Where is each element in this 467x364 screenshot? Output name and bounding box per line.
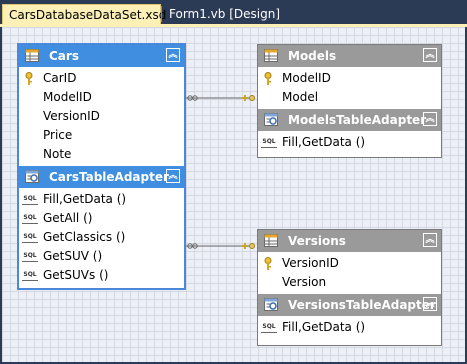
models-table-header[interactable]: Models ︽: [258, 45, 441, 67]
models-tableadapter-title: ModelsTableAdapter: [288, 113, 427, 127]
datatable-icon: [25, 49, 39, 62]
versions-tableadapter-title: VersionsTableAdapter: [288, 298, 436, 312]
primary-key-icon: [25, 72, 33, 85]
sql-query-icon: SQL: [261, 321, 277, 333]
tableadapter-icon: [264, 298, 278, 311]
relation-cars-versions[interactable]: [186, 243, 255, 249]
cars-tableadapter-title: CarsTableAdapter: [49, 170, 169, 184]
tab-cars-dataset-xsd[interactable]: CarsDatabaseDataSet.xsd: [2, 4, 166, 24]
tableadapter-icon: [264, 113, 278, 126]
versions-datatable[interactable]: Versions ︽ VersionID Version VersionsTab…: [257, 229, 442, 346]
column-name: ModelID: [43, 90, 92, 104]
column-name: CarID: [43, 71, 77, 85]
primary-key-icon: [264, 72, 272, 85]
relation-cars-models[interactable]: [186, 95, 255, 101]
cars-datatable[interactable]: Cars ︽ CarID ModelID VersionID Price Not…: [17, 43, 186, 290]
column-name: Note: [43, 147, 72, 161]
column-row[interactable]: CarID: [19, 69, 184, 88]
dataset-designer-canvas[interactable]: Cars ︽ CarID ModelID VersionID Price Not…: [2, 27, 465, 362]
column-name: ModelID: [282, 71, 331, 85]
column-row[interactable]: VersionID: [19, 107, 184, 126]
versions-table-header[interactable]: Versions ︽: [258, 230, 441, 252]
query-name: Fill,GetData (): [282, 135, 366, 149]
column-row[interactable]: ModelID: [19, 88, 184, 107]
models-datatable[interactable]: Models ︽ ModelID Model ModelsTableAdapte…: [257, 44, 442, 158]
column-name: VersionID: [282, 256, 339, 270]
column-row[interactable]: VersionID: [258, 254, 441, 273]
versions-table-title: Versions: [288, 234, 346, 248]
column-row[interactable]: Note: [19, 145, 184, 164]
query-row[interactable]: SQL GetAll (): [19, 209, 184, 228]
query-row[interactable]: SQL GetClassics (): [19, 228, 184, 247]
cars-table-header[interactable]: Cars ︽: [19, 45, 184, 67]
sql-query-icon: SQL: [22, 193, 38, 205]
datatable-icon: [264, 49, 278, 62]
cars-tableadapter-header[interactable]: CarsTableAdapter ︽: [19, 166, 184, 188]
query-row[interactable]: SQL Fill,GetData (): [258, 133, 441, 152]
query-name: GetClassics (): [43, 230, 126, 244]
collapse-chevron-icon[interactable]: ︽: [166, 169, 180, 183]
tab-form1-design[interactable]: Form1.vb [Design]: [163, 4, 293, 24]
column-row[interactable]: Price: [19, 126, 184, 145]
sql-query-icon: SQL: [22, 269, 38, 281]
collapse-chevron-icon[interactable]: ︽: [166, 48, 180, 62]
collapse-chevron-icon[interactable]: ︽: [423, 297, 437, 311]
sql-query-icon: SQL: [22, 231, 38, 243]
cars-table-title: Cars: [49, 49, 79, 63]
tableadapter-icon: [25, 170, 39, 183]
column-row[interactable]: Version: [258, 273, 441, 292]
versions-tableadapter-header[interactable]: VersionsTableAdapter ︽: [258, 294, 441, 316]
query-row[interactable]: SQL GetSUV (): [19, 247, 184, 266]
query-name: GetAll (): [43, 211, 93, 225]
models-tableadapter-header[interactable]: ModelsTableAdapter ︽: [258, 109, 441, 131]
query-row[interactable]: SQL Fill,GetData (): [258, 318, 441, 337]
models-table-title: Models: [288, 49, 337, 63]
query-name: GetSUVs (): [43, 268, 109, 282]
sql-query-icon: SQL: [22, 212, 38, 224]
sql-query-icon: SQL: [261, 136, 277, 148]
collapse-chevron-icon[interactable]: ︽: [423, 233, 437, 247]
column-name: Price: [43, 128, 73, 142]
column-row[interactable]: ModelID: [258, 69, 441, 88]
query-name: GetSUV (): [43, 249, 103, 263]
datatable-icon: [264, 234, 278, 247]
column-name: Model: [282, 90, 319, 104]
collapse-chevron-icon[interactable]: ︽: [423, 48, 437, 62]
query-row[interactable]: SQL Fill,GetData (): [19, 190, 184, 209]
column-name: Version: [282, 275, 327, 289]
sql-query-icon: SQL: [22, 250, 38, 262]
query-row[interactable]: SQL GetSUVs (): [19, 266, 184, 285]
query-name: Fill,GetData (): [43, 192, 127, 206]
column-row[interactable]: Model: [258, 88, 441, 107]
column-name: VersionID: [43, 109, 100, 123]
tab-separator: [161, 6, 162, 22]
document-tab-strip: CarsDatabaseDataSet.xsd Form1.vb [Design…: [0, 0, 467, 27]
primary-key-icon: [264, 257, 272, 270]
query-name: Fill,GetData (): [282, 320, 366, 334]
collapse-chevron-icon[interactable]: ︽: [423, 112, 437, 126]
